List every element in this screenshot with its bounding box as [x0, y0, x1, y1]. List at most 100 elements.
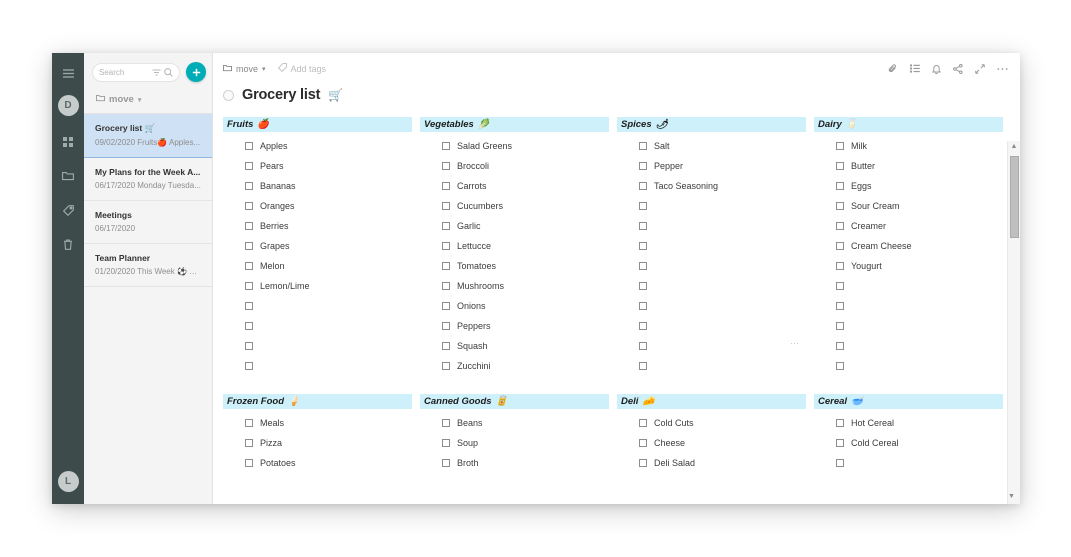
- checkbox[interactable]: [639, 342, 647, 350]
- checkbox[interactable]: [442, 182, 450, 190]
- checklist-icon[interactable]: [910, 64, 920, 73]
- checkbox[interactable]: [836, 282, 844, 290]
- checkbox[interactable]: [836, 459, 844, 467]
- checklist-row[interactable]: [223, 356, 412, 376]
- checkbox[interactable]: [442, 342, 450, 350]
- checklist-row[interactable]: Broth: [420, 453, 609, 473]
- checkbox[interactable]: [836, 362, 844, 370]
- trash-icon[interactable]: [56, 232, 80, 256]
- column-header[interactable]: Deli 🧀: [617, 394, 806, 409]
- checklist-row[interactable]: Milk: [814, 136, 1003, 156]
- checklist-row[interactable]: [223, 296, 412, 316]
- checklist-row[interactable]: Lemon/Lime: [223, 276, 412, 296]
- checklist-row[interactable]: [617, 356, 806, 376]
- checklist-row[interactable]: Salt: [617, 136, 806, 156]
- checklist-row[interactable]: Soup: [420, 433, 609, 453]
- checklist-row[interactable]: [814, 356, 1003, 376]
- checklist-row[interactable]: Bananas: [223, 176, 412, 196]
- list-item[interactable]: Grocery list 🛒 09/02/2020 Fruits🍎 Apples…: [84, 114, 212, 158]
- checkbox[interactable]: [442, 202, 450, 210]
- checklist-row[interactable]: Deli Salad: [617, 453, 806, 473]
- checklist-row[interactable]: Pizza: [223, 433, 412, 453]
- checklist-row[interactable]: Pears: [223, 156, 412, 176]
- checklist-row[interactable]: [617, 216, 806, 236]
- checklist-row[interactable]: Cream Cheese: [814, 236, 1003, 256]
- checklist-row[interactable]: [617, 236, 806, 256]
- checklist-row[interactable]: Cold Cuts: [617, 413, 806, 433]
- checklist-row[interactable]: [223, 316, 412, 336]
- checkbox[interactable]: [245, 322, 253, 330]
- list-item[interactable]: My Plans for the Week A... 06/17/2020 Mo…: [84, 158, 212, 201]
- column-handle-icon[interactable]: ⋯: [790, 338, 800, 349]
- checklist-row[interactable]: [617, 276, 806, 296]
- checkbox[interactable]: [836, 439, 844, 447]
- checklist-row[interactable]: [617, 256, 806, 276]
- checkbox[interactable]: [639, 162, 647, 170]
- note-list[interactable]: Grocery list 🛒 09/02/2020 Fruits🍎 Apples…: [84, 114, 212, 504]
- checkbox[interactable]: [245, 242, 253, 250]
- checkbox[interactable]: [245, 162, 253, 170]
- scrollbar-track[interactable]: ▼: [1008, 152, 1020, 504]
- checkbox[interactable]: [442, 439, 450, 447]
- checkbox[interactable]: [245, 202, 253, 210]
- checkbox[interactable]: [836, 262, 844, 270]
- checklist-row[interactable]: Eggs: [814, 176, 1003, 196]
- checklist-row[interactable]: Carrots: [420, 176, 609, 196]
- checklist-row[interactable]: [617, 196, 806, 216]
- hamburger-icon[interactable]: [56, 61, 80, 85]
- checklist-row[interactable]: Lettucce: [420, 236, 609, 256]
- checkbox[interactable]: [836, 222, 844, 230]
- column-header[interactable]: Frozen Food 🍦: [223, 394, 412, 409]
- checklist-row[interactable]: Cheese: [617, 433, 806, 453]
- checkbox[interactable]: [639, 302, 647, 310]
- checkbox[interactable]: [442, 282, 450, 290]
- checklist-row[interactable]: [814, 276, 1003, 296]
- checkbox[interactable]: [245, 362, 253, 370]
- checkbox[interactable]: [442, 459, 450, 467]
- checkbox[interactable]: [442, 302, 450, 310]
- checkbox[interactable]: [639, 202, 647, 210]
- checklist-row[interactable]: Melon: [223, 256, 412, 276]
- column-header[interactable]: Spices 🌶: [617, 117, 806, 132]
- checklist-row[interactable]: Squash: [420, 336, 609, 356]
- vertical-scrollbar[interactable]: ▲ ▼: [1007, 141, 1020, 504]
- attachment-icon[interactable]: [888, 63, 898, 74]
- checkbox[interactable]: [245, 182, 253, 190]
- checkbox[interactable]: [639, 182, 647, 190]
- checklist-row[interactable]: Peppers: [420, 316, 609, 336]
- checkbox[interactable]: [836, 142, 844, 150]
- column-header[interactable]: Dairy 🥛: [814, 117, 1003, 132]
- breadcrumb[interactable]: move ▾: [223, 64, 266, 74]
- search-input[interactable]: Search: [92, 62, 180, 82]
- checklist-row[interactable]: Salad Greens: [420, 136, 609, 156]
- checkbox[interactable]: [442, 242, 450, 250]
- checklist-row[interactable]: Meals: [223, 413, 412, 433]
- avatar-account[interactable]: L: [57, 471, 79, 492]
- checkbox[interactable]: [639, 282, 647, 290]
- checkbox[interactable]: [245, 419, 253, 427]
- checklist-row[interactable]: Mushrooms: [420, 276, 609, 296]
- checkbox[interactable]: [639, 262, 647, 270]
- checkbox[interactable]: [836, 322, 844, 330]
- share-icon[interactable]: [953, 63, 963, 74]
- checkbox[interactable]: [442, 322, 450, 330]
- checklist-row[interactable]: [814, 336, 1003, 356]
- checkbox[interactable]: [836, 419, 844, 427]
- checklist-row[interactable]: Creamer: [814, 216, 1003, 236]
- checklist-row[interactable]: [223, 336, 412, 356]
- checkbox[interactable]: [639, 419, 647, 427]
- checklist-row[interactable]: Garlic: [420, 216, 609, 236]
- list-item[interactable]: Team Planner 01/20/2020 This Week ⚽ G...: [84, 244, 212, 287]
- note-canvas[interactable]: Fruits 🍎 Apples Pears Bananas Oranges Berries G…: [213, 111, 1006, 504]
- checklist-row[interactable]: [617, 296, 806, 316]
- scrollbar-thumb[interactable]: [1010, 156, 1019, 238]
- checkbox[interactable]: [836, 202, 844, 210]
- checklist-row[interactable]: Pepper: [617, 156, 806, 176]
- checkbox[interactable]: [442, 262, 450, 270]
- folder-icon[interactable]: [56, 164, 80, 188]
- checkbox[interactable]: [245, 439, 253, 447]
- checklist-row[interactable]: Beans: [420, 413, 609, 433]
- checkbox[interactable]: [245, 459, 253, 467]
- checkbox[interactable]: [639, 222, 647, 230]
- checkbox[interactable]: [836, 182, 844, 190]
